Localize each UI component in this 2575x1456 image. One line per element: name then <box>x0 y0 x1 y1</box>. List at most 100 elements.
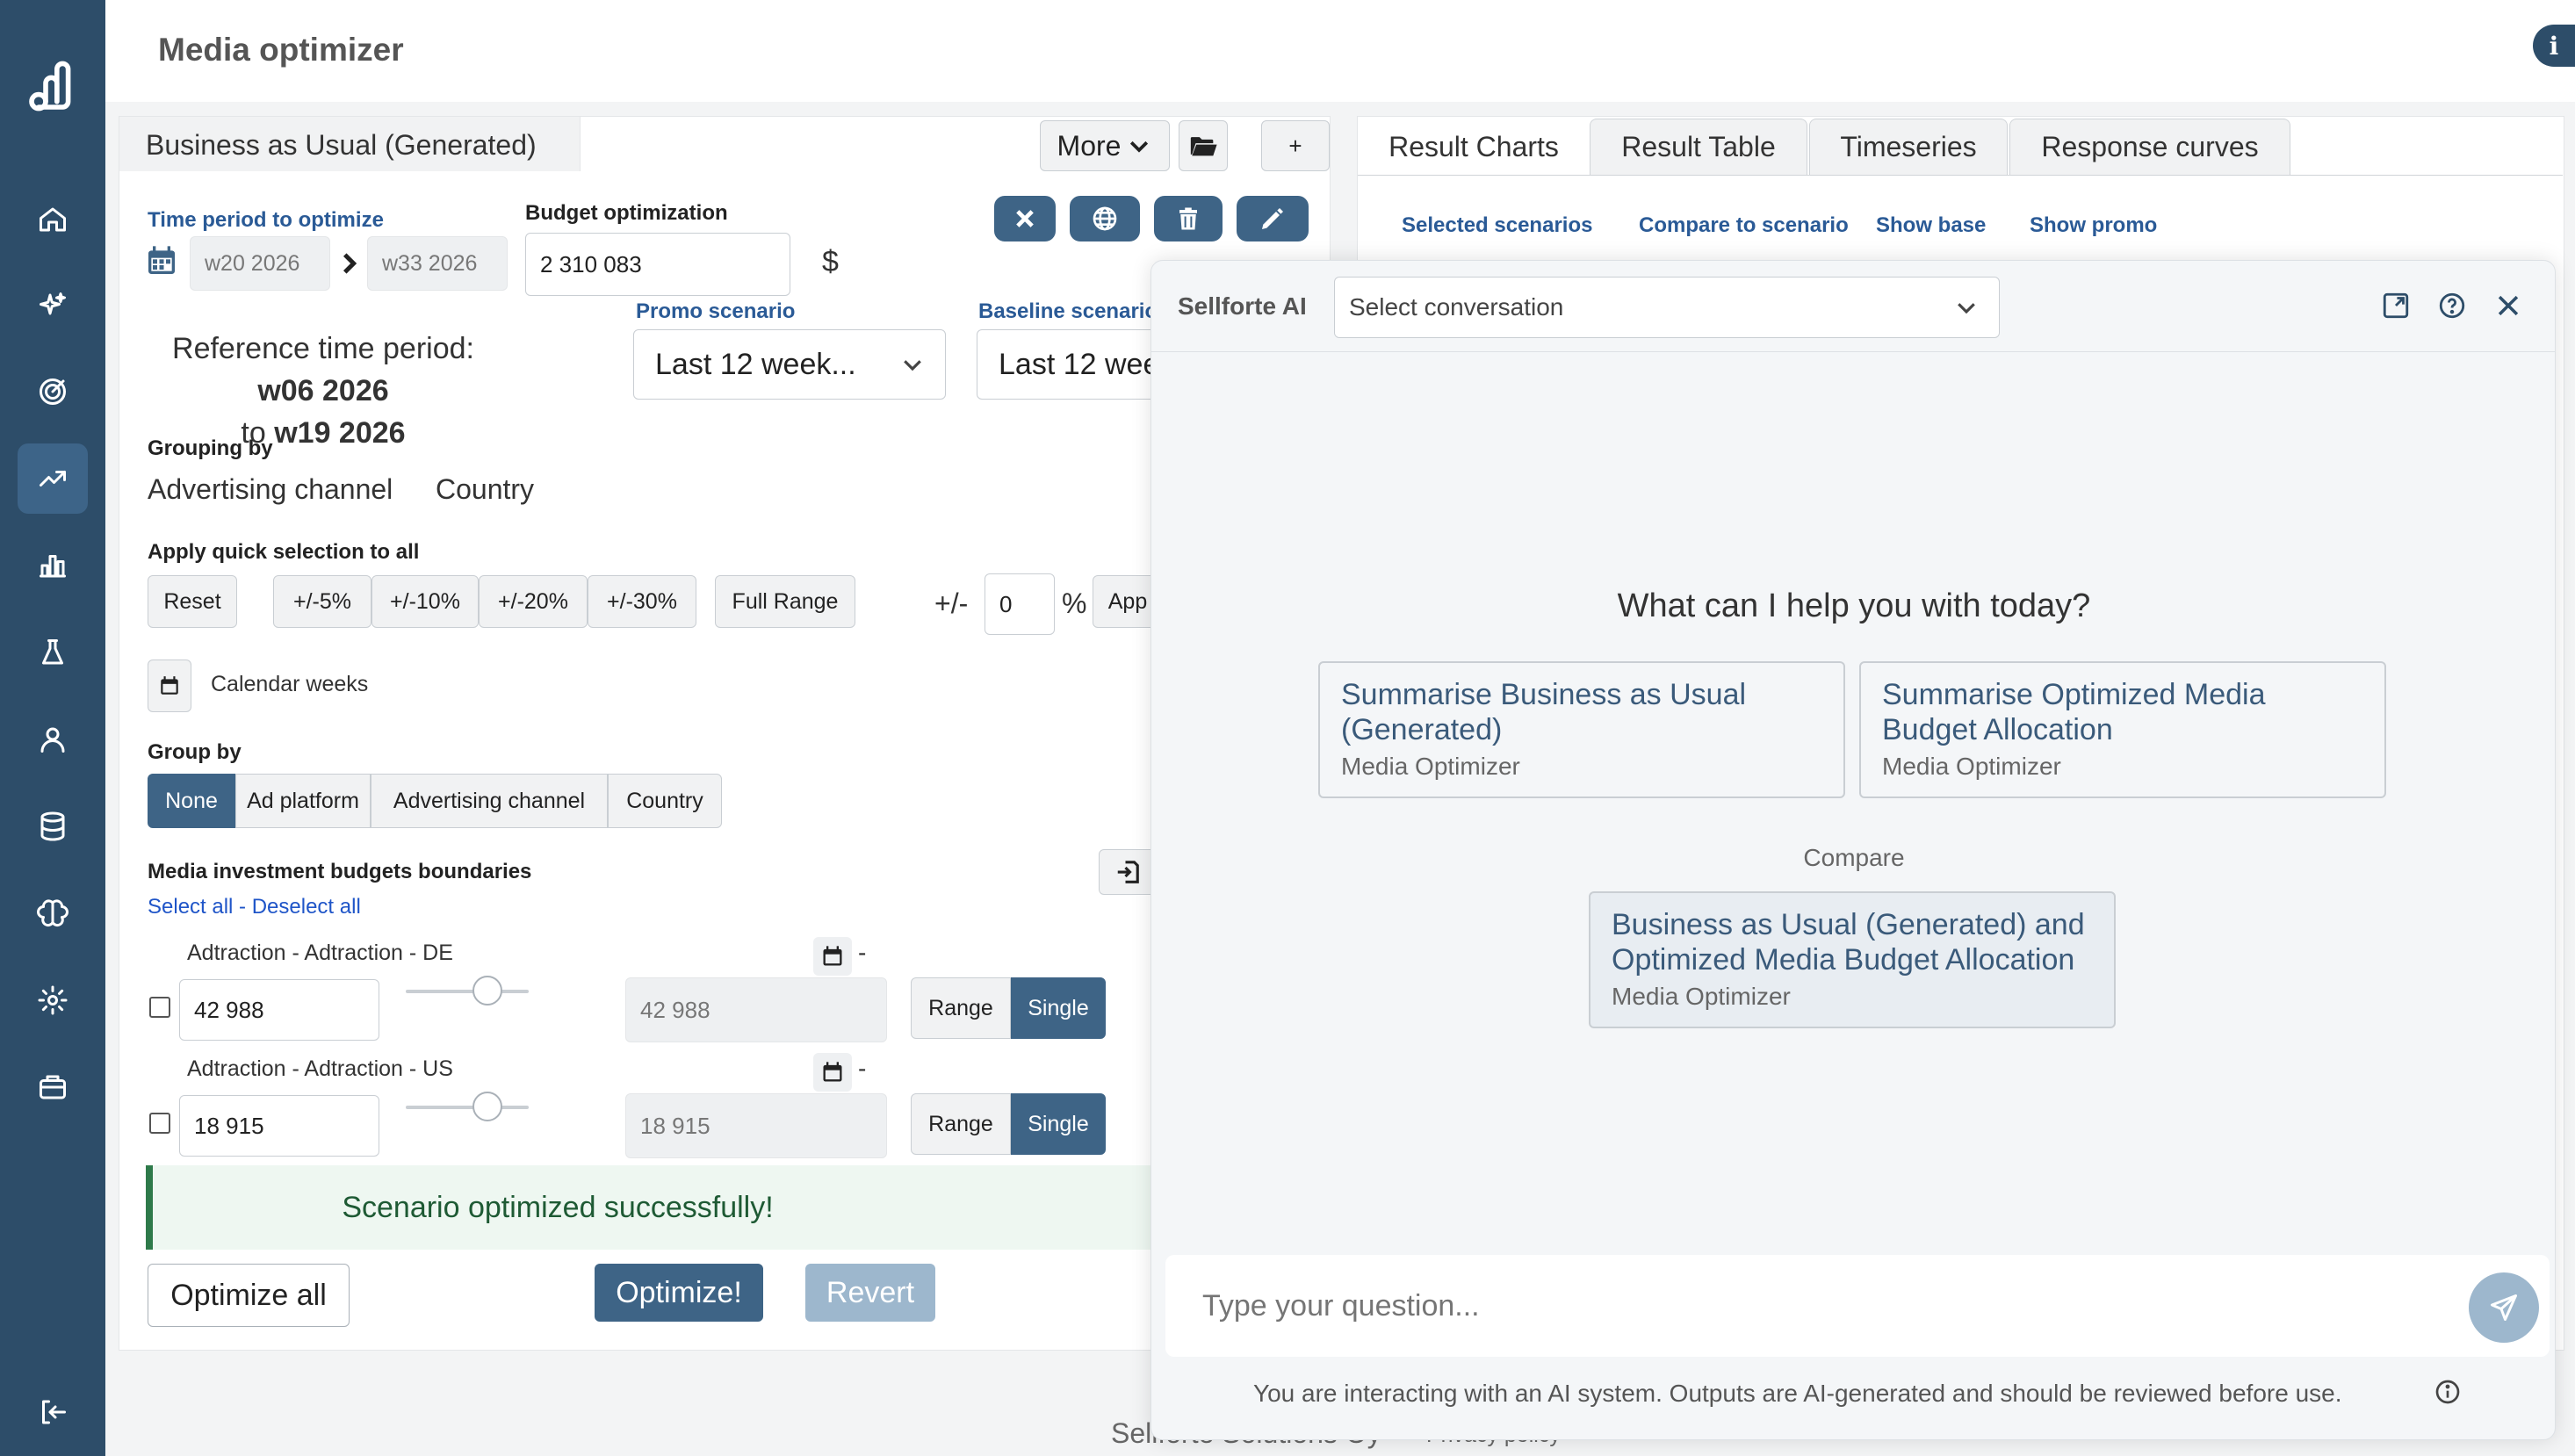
range-button[interactable]: Range <box>911 1093 1011 1155</box>
single-button[interactable]: Single <box>1011 1093 1106 1155</box>
open-folder-button[interactable] <box>1179 120 1228 171</box>
info-circle-icon[interactable] <box>2434 1378 2462 1406</box>
promo-label: Promo scenario <box>636 299 796 323</box>
flask-icon[interactable] <box>18 617 88 688</box>
tab-result-table[interactable]: Result Table <box>1590 119 1807 175</box>
target-icon[interactable] <box>18 357 88 427</box>
row-min-input[interactable]: 18 915 <box>179 1095 379 1157</box>
import-button[interactable] <box>1099 849 1157 895</box>
info-icon[interactable]: i <box>2533 25 2575 67</box>
optimize-all-button[interactable]: Optimize all <box>148 1264 350 1327</box>
compare-card[interactable]: Business as Usual (Generated) and Optimi… <box>1589 891 2116 1028</box>
row-max-input: 18 915 <box>625 1093 887 1158</box>
group-ad-platform-button[interactable]: Ad platform <box>235 774 371 828</box>
group-none-button[interactable]: None <box>148 774 235 828</box>
reference-period: Reference time period: w06 2026 to w19 2… <box>146 328 501 454</box>
home-icon[interactable] <box>18 184 88 255</box>
row-slider-handle[interactable] <box>472 1092 502 1121</box>
row-slider-track[interactable] <box>406 1106 529 1109</box>
group-channel-button[interactable]: Advertising channel <box>371 774 608 828</box>
pm10-button[interactable]: +/-10% <box>371 575 479 628</box>
time-period-label: Time period to optimize <box>148 208 384 232</box>
full-range-button[interactable]: Full Range <box>715 575 855 628</box>
close-icon[interactable] <box>2493 291 2523 321</box>
help-icon[interactable] <box>2437 291 2467 321</box>
suggestion-card[interactable]: Summarise Optimized Media Budget Allocat… <box>1859 661 2386 798</box>
row-name: Adtraction - Adtraction - US <box>187 1056 453 1081</box>
page-title: Media optimizer <box>158 32 404 68</box>
pencil-icon <box>1262 208 1283 229</box>
revert-button[interactable]: Revert <box>805 1264 935 1322</box>
logout-icon[interactable] <box>18 1377 88 1447</box>
range-button[interactable]: Range <box>911 977 1011 1039</box>
row-min-input[interactable]: 42 988 <box>179 979 379 1041</box>
user-icon[interactable] <box>18 704 88 775</box>
optimize-button[interactable]: Optimize! <box>595 1264 763 1322</box>
select-links: Select all - Deselect all <box>148 895 361 919</box>
deselect-all-link[interactable]: Deselect all <box>252 895 361 919</box>
calendar-icon[interactable] <box>813 1053 852 1092</box>
selected-scenarios-label: Selected scenarios <box>1402 213 1593 237</box>
success-message: Scenario optimized successfully! <box>342 1190 774 1224</box>
ai-title: Sellforte AI <box>1178 292 1307 320</box>
more-button[interactable]: More <box>1040 120 1170 171</box>
row-checkbox[interactable] <box>149 1113 170 1134</box>
database-icon[interactable] <box>18 791 88 861</box>
compare-scenario-label: Compare to scenario <box>1639 213 1849 237</box>
calendar-icon[interactable] <box>813 937 852 976</box>
baseline-label: Baseline scenario <box>978 299 1158 323</box>
grouping-country: Country <box>436 473 535 505</box>
reference-to: w19 2026 <box>274 416 406 450</box>
single-button[interactable]: Single <box>1011 977 1106 1039</box>
tab-response-curves[interactable]: Response curves <box>2009 119 2290 175</box>
tab-result-charts[interactable]: Result Charts <box>1360 119 1588 175</box>
conversation-select[interactable]: Select conversation <box>1334 277 2000 338</box>
chevron-down-icon <box>904 360 921 371</box>
calendar-weeks-button[interactable] <box>148 660 191 712</box>
clear-button[interactable] <box>994 196 1056 241</box>
card-subtitle: Media Optimizer <box>1882 753 2061 780</box>
pm20-button[interactable]: +/-20% <box>479 575 588 628</box>
select-all-link[interactable]: Select all <box>148 895 233 919</box>
question-box <box>1165 1255 2550 1357</box>
delete-button[interactable] <box>1154 196 1223 241</box>
sparkle-icon[interactable] <box>18 270 88 341</box>
promo-select[interactable]: Last 12 week... <box>633 329 946 400</box>
group-by-label: Group by <box>148 740 242 764</box>
tab-timeseries[interactable]: Timeseries <box>1809 119 2008 175</box>
period-to-input[interactable]: w33 2026 <box>367 236 508 291</box>
bar-chart-icon[interactable] <box>18 530 88 601</box>
period-from-input[interactable]: w20 2026 <box>190 236 330 291</box>
ai-prompt: What can I help you with today? <box>1617 587 2091 624</box>
group-country-button[interactable]: Country <box>608 774 722 828</box>
pm5-button[interactable]: +/-5% <box>273 575 371 628</box>
row-checkbox[interactable] <box>149 997 170 1018</box>
brain-icon[interactable] <box>18 878 88 948</box>
success-alert: Scenario optimized successfully! <box>146 1165 1156 1250</box>
budget-input[interactable]: 2 310 083 <box>525 233 790 296</box>
send-button[interactable] <box>2469 1272 2539 1343</box>
briefcase-icon[interactable] <box>18 1052 88 1122</box>
reset-button[interactable]: Reset <box>148 575 237 628</box>
baseline-select[interactable]: Last 12 wee <box>977 329 1161 400</box>
edit-button[interactable] <box>1237 196 1309 241</box>
row-slider-handle[interactable] <box>472 976 502 1006</box>
calendar-icon[interactable] <box>144 243 179 278</box>
trending-icon[interactable] <box>18 443 88 514</box>
row-name: Adtraction - Adtraction - DE <box>187 941 453 965</box>
gear-icon[interactable] <box>18 965 88 1035</box>
card-subtitle: Media Optimizer <box>1612 983 1791 1010</box>
scenario-tab[interactable]: Business as Usual (Generated) <box>119 117 581 171</box>
add-scenario-button[interactable]: + <box>1261 120 1330 171</box>
suggestion-card[interactable]: Summarise Business as Usual (Generated) … <box>1318 661 1845 798</box>
question-input[interactable] <box>1201 1279 2386 1332</box>
globe-button[interactable] <box>1070 196 1140 241</box>
percent-input[interactable]: 0 <box>985 573 1055 635</box>
row-slider-track[interactable] <box>406 990 529 993</box>
chevron-right-icon <box>343 253 357 274</box>
pm30-button[interactable]: +/-30% <box>588 575 696 628</box>
expand-icon[interactable] <box>2381 291 2411 321</box>
globe-icon <box>1093 206 1117 231</box>
grouping-label: Grouping by <box>148 436 273 460</box>
logo-icon[interactable] <box>18 51 88 121</box>
